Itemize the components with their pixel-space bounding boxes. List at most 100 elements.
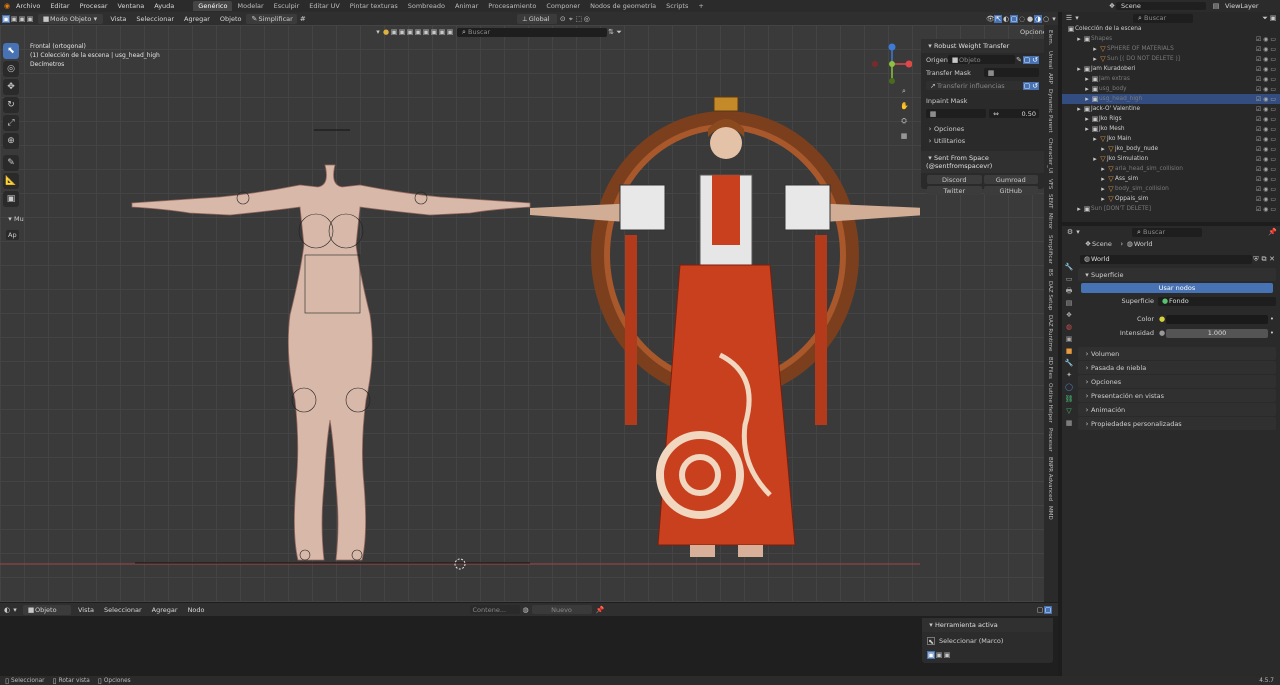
transfer-toggle-a-icon[interactable]: ▢ [1023,81,1031,90]
duplicate-icon[interactable]: ⧉ [1260,255,1268,263]
unlink-icon[interactable]: ✕ [1268,255,1276,263]
opciones-subpanel[interactable]: › Opciones [921,123,1044,135]
render-icon[interactable]: ▭ [1270,166,1276,173]
transfer-mask-field[interactable]: ▦ [984,68,1039,77]
object-tab-icon[interactable]: ■ [1064,346,1074,356]
vtab-mirror[interactable]: Mirror [1047,213,1053,229]
surface-shader-field[interactable]: ● Fondo [1158,296,1276,306]
visibility-toggles[interactable]: ☑ ◉ ▭ [1256,46,1276,53]
visibility-icon[interactable]: 👁 [986,15,995,23]
shading-wireframe-icon[interactable]: ◌ [1018,15,1026,23]
render-icon[interactable]: ▭ [1270,156,1276,163]
chevron-icon[interactable]: ▸ [1075,35,1083,43]
shading-rendered-icon[interactable]: ○ [1042,15,1050,23]
outliner-editor-icon[interactable]: ☰ [1065,14,1073,22]
physics-tab-icon[interactable]: ◯ [1064,382,1074,392]
render-icon[interactable]: ▭ [1270,96,1276,103]
strength-slider[interactable]: 1.000 [1166,328,1268,338]
chevron-icon[interactable]: ▸ [1099,175,1107,183]
outliner-row[interactable]: ▸ ▽ SPHERE OF MATERIALS ☑ ◉ ▭ [1062,44,1280,54]
vtab-elem[interactable]: Elem. [1047,30,1053,46]
select-mode-icon[interactable]: ▣ [2,14,10,23]
visibility-toggles[interactable]: ☑ ◉ ▭ [1256,206,1276,213]
origin-object-field[interactable]: ■ Objeto [948,55,1015,64]
render-icon[interactable]: ▭ [1270,56,1276,63]
tab-modelar[interactable]: Modelar [232,1,268,11]
render-icon[interactable]: ▭ [1270,146,1276,153]
outliner-row[interactable]: ▸ ▣ Jam Kuradoberi ☑ ◉ ▭ [1062,64,1280,74]
chevron-icon[interactable]: ▸ [1083,95,1091,103]
data-tab-icon[interactable]: ▽ [1064,406,1074,416]
chevron-icon[interactable]: ▸ [1099,165,1107,173]
eyedropper-icon[interactable]: ✎ [1015,56,1023,64]
vtab-simplificar[interactable]: Simplificar [1047,235,1053,264]
snap-icon[interactable]: ⌖ [567,15,575,23]
view-layer-selector[interactable]: ViewLayer [1220,2,1280,10]
vtab-arp[interactable]: ARP [1047,73,1053,84]
visibility-toggles[interactable]: ☑ ◉ ▭ [1256,106,1276,113]
node-editor-area[interactable] [0,616,1058,676]
mode-selector[interactable]: ■ Modo Objeto ▾ [38,13,104,24]
shading-options-icon[interactable]: ▾ [1050,15,1058,23]
add-workspace-icon[interactable]: + [693,1,708,11]
chevron-icon[interactable]: ▸ [1099,195,1107,203]
grid-icon[interactable]: # [299,15,307,23]
chevron-icon[interactable]: ▸ [1083,115,1091,123]
ortho-toggle-icon[interactable]: ▦ [900,132,908,140]
modifier-tab-icon[interactable]: 🔧 [1064,358,1074,368]
pivot-icon[interactable]: ⊙ [559,15,567,23]
sent-from-space-header[interactable]: ▾ Sent From Space (@sentfromspacevr) [921,151,1044,173]
snap-settings-icon[interactable]: ⬚ [575,15,583,23]
overlay-icon[interactable]: ◐ [1002,15,1010,23]
outliner-row[interactable]: ▸ ▽ Oppais_sim ☑ ◉ ▭ [1062,194,1280,204]
custom-properties-section[interactable]: › Propiedades personalizadas [1078,417,1276,430]
vtab-bs[interactable]: BS [1047,269,1053,276]
world-tab-icon[interactable]: ◍ [1064,322,1074,332]
new-collection-icon[interactable]: ▣ [1269,14,1277,22]
visibility-toggles[interactable]: ☑ ◉ ▭ [1256,126,1276,133]
menu-objeto[interactable]: Objeto [215,15,247,23]
render-icon[interactable]: ▭ [1270,136,1276,143]
select-new-icon[interactable]: ▣ [927,651,935,659]
render-icon[interactable]: ▭ [1270,116,1276,123]
snap-toggle-icon[interactable]: ▢ [1044,605,1052,614]
vtab-sent[interactable]: SENT [1047,194,1053,208]
gumroad-button[interactable]: Gumroad [983,175,1038,184]
render-icon[interactable]: ▭ [1270,206,1276,213]
render-icon[interactable]: ▭ [1270,126,1276,133]
outliner-row[interactable]: ▸ ▣ Shapes ☑ ◉ ▭ [1062,34,1280,44]
twitter-button[interactable]: Twitter [927,186,982,195]
select-extend-icon[interactable]: ▣ [935,651,943,659]
github-button[interactable]: GitHub [983,186,1038,195]
node-editor-icon[interactable]: ◐ [3,606,11,614]
render-icon[interactable]: ▭ [1270,46,1276,53]
animation-section[interactable]: › Animación [1078,403,1276,416]
chevron-icon[interactable]: ▸ [1099,185,1107,193]
visibility-toggles[interactable]: ☑ ◉ ▭ [1256,186,1276,193]
vtab-daz-setup[interactable]: DAZ Setup [1047,281,1053,310]
visibility-toggles[interactable]: ☑ ◉ ▭ [1256,136,1276,143]
render-icon[interactable]: ▭ [1270,196,1276,203]
chevron-icon[interactable]: ▸ [1075,205,1083,213]
scene-selector[interactable]: Scene [1116,2,1206,10]
pin-icon[interactable]: 📌 [1268,228,1277,236]
menu-procesar[interactable]: Procesar [75,2,113,10]
outliner-row[interactable]: ▸ ▽ Sun [( DO NOT DELETE )] ☑ ◉ ▭ [1062,54,1280,64]
outliner-row[interactable]: ▸ ▣ Jack-O' Valentine ☑ ◉ ▭ [1062,104,1280,114]
visibility-toggles[interactable]: ☑ ◉ ▭ [1256,166,1276,173]
outliner-row[interactable]: ▸ ▣ Sun [DON'T DELETE] ☑ ◉ ▭ [1062,204,1280,214]
chevron-icon[interactable]: ▸ [1091,55,1099,63]
node-mode-selector[interactable]: ■ Objeto [23,604,71,615]
node-menu-seleccionar[interactable]: Seleccionar [99,606,147,614]
chevron-icon[interactable]: ▸ [1091,45,1099,53]
visibility-toggles[interactable]: ☑ ◉ ▭ [1256,196,1276,203]
slot-selector[interactable]: Contene... [469,605,520,614]
menu-archivo[interactable]: Archivo [11,2,45,10]
tab-sombreado[interactable]: Sombreado [403,1,450,11]
menu-seleccionar[interactable]: Seleccionar [131,15,179,23]
discord-button[interactable]: Discord [927,175,982,184]
render-tab-icon[interactable]: ▭ [1064,274,1074,284]
overlay-toggle-icon[interactable]: ▢ [1036,606,1044,614]
chevron-icon[interactable]: ▸ [1099,145,1107,153]
display-mode-icon[interactable]: ▾ [1074,228,1082,236]
